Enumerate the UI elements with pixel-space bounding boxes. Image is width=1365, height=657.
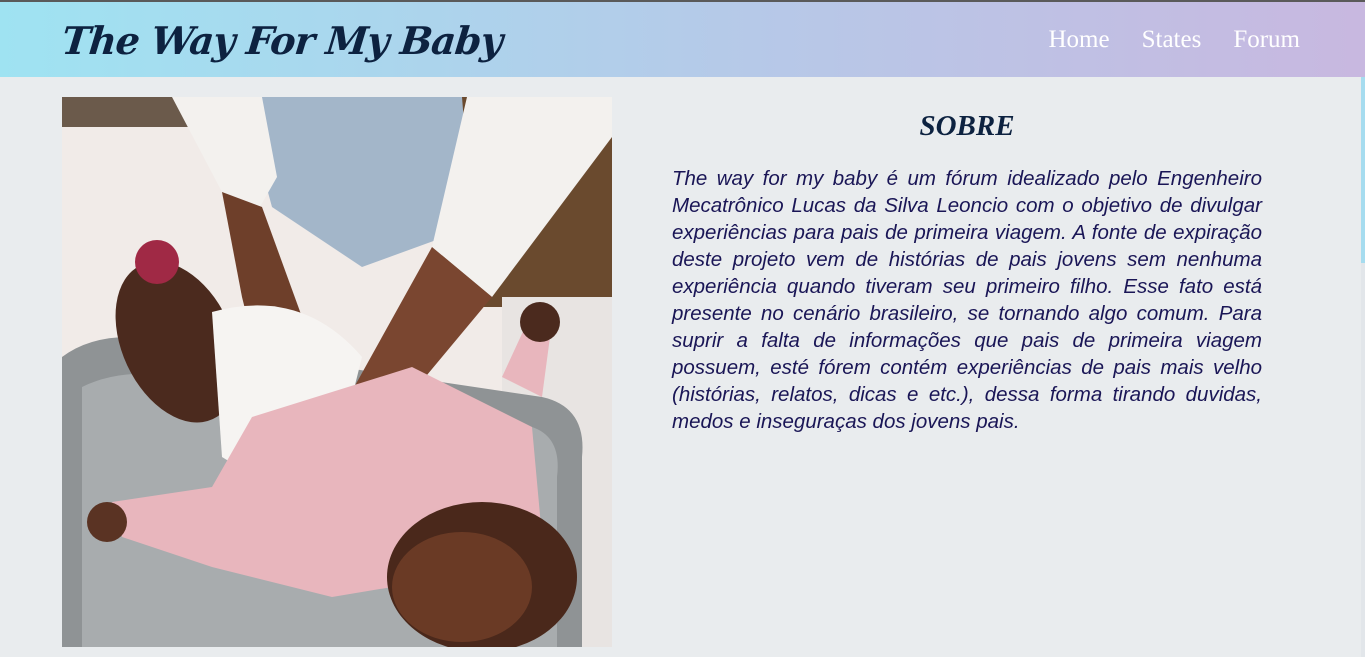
- scrollbar[interactable]: [1361, 77, 1365, 657]
- about-section: SOBRE The way for my baby é um fórum ide…: [672, 110, 1262, 435]
- about-text: The way for my baby é um fórum idealizad…: [672, 167, 1262, 433]
- nav-forum-link[interactable]: Forum: [1233, 26, 1300, 54]
- main-nav: Home States Forum: [1048, 26, 1300, 54]
- scrollbar-thumb[interactable]: [1361, 77, 1365, 263]
- baby-photo-illustration: [62, 97, 612, 647]
- site-logo[interactable]: The Way For My Baby: [60, 18, 505, 63]
- about-title: SOBRE: [919, 110, 1015, 142]
- nav-states-link[interactable]: States: [1142, 26, 1202, 54]
- site-header: The Way For My Baby Home States Forum: [0, 2, 1365, 77]
- nav-home-link[interactable]: Home: [1048, 26, 1109, 54]
- baby-photo: [62, 97, 612, 647]
